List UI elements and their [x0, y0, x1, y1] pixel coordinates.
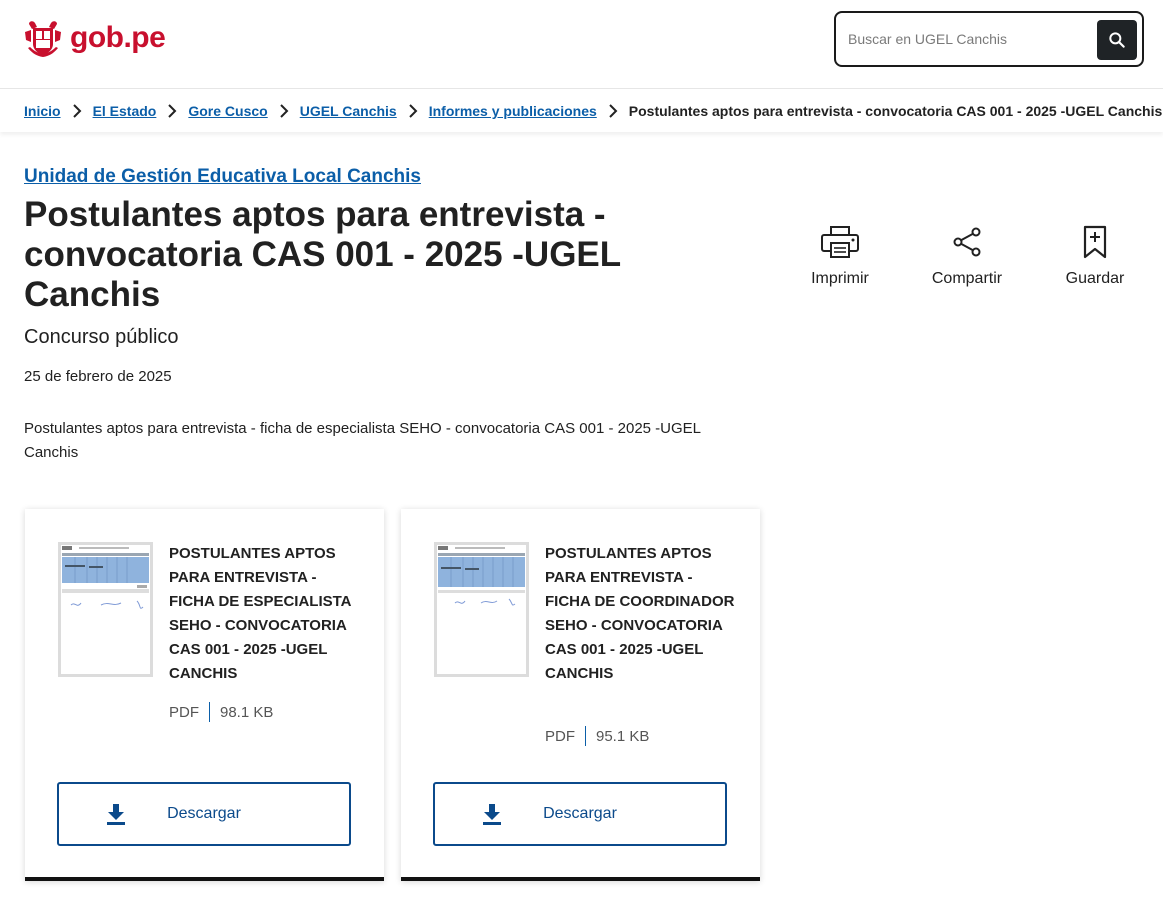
breadcrumb-link-inicio[interactable]: Inicio	[24, 103, 61, 119]
document-card: POSTULANTES APTOS PARA ENTREVISTA - FICH…	[401, 509, 760, 881]
chevron-right-icon	[156, 104, 188, 118]
gob-pe-logo[interactable]: gob.pe	[23, 18, 166, 58]
search-input[interactable]	[848, 25, 1088, 53]
share-icon	[953, 227, 981, 257]
document-format: PDF	[545, 727, 575, 745]
chevron-right-icon	[268, 104, 300, 118]
download-label: Descargar	[167, 805, 241, 822]
download-label: Descargar	[543, 805, 617, 822]
download-button[interactable]: Descargar	[57, 782, 351, 846]
chevron-right-icon	[597, 104, 629, 118]
printer-icon	[821, 226, 859, 258]
save-button[interactable]: Guardar	[1040, 224, 1150, 288]
document-thumbnail[interactable]	[58, 542, 153, 677]
pdf-preview-image	[61, 545, 150, 674]
meta-divider	[585, 726, 586, 746]
breadcrumb-link-el-estado[interactable]: El Estado	[93, 103, 157, 119]
search-button[interactable]	[1097, 20, 1137, 60]
document-title: POSTULANTES APTOS PARA ENTREVISTA - FICH…	[169, 545, 351, 682]
share-label: Compartir	[931, 270, 1003, 287]
document-meta: PDF 95.1 KB	[545, 726, 649, 746]
chevron-right-icon	[61, 104, 93, 118]
breadcrumb: Inicio El Estado Gore Cusco UGEL Canchis…	[0, 90, 1163, 132]
organization-link[interactable]: Unidad de Gestión Educativa Local Canchi…	[24, 166, 421, 188]
document-thumbnail[interactable]	[434, 542, 529, 677]
coat-of-arms-icon	[25, 21, 61, 57]
document-size: 98.1 KB	[220, 703, 274, 721]
breadcrumb-link-gore-cusco[interactable]: Gore Cusco	[188, 103, 267, 119]
bookmark-add-icon	[1083, 225, 1107, 259]
chevron-right-icon	[397, 104, 429, 118]
page-subtitle: Concurso público	[24, 326, 179, 348]
print-button[interactable]: Imprimir	[785, 224, 895, 288]
document-meta: PDF 98.1 KB	[169, 702, 273, 722]
logo-text: gob.pe	[70, 21, 166, 54]
document-size: 95.1 KB	[596, 727, 650, 745]
breadcrumb-link-informes[interactable]: Informes y publicaciones	[429, 103, 597, 119]
search-icon	[1109, 32, 1125, 48]
publish-date: 25 de febrero de 2025	[24, 368, 172, 385]
search-box	[834, 11, 1144, 67]
page-description: Postulantes aptos para entrevista - fich…	[24, 420, 701, 461]
download-button[interactable]: Descargar	[433, 782, 727, 846]
breadcrumb-current: Postulantes aptos para entrevista - conv…	[628, 103, 1163, 119]
meta-divider	[209, 702, 210, 722]
print-label: Imprimir	[811, 270, 869, 287]
breadcrumb-link-ugel-canchis[interactable]: UGEL Canchis	[300, 103, 397, 119]
document-card: POSTULANTES APTOS PARA ENTREVISTA - FICH…	[25, 509, 384, 881]
document-title: POSTULANTES APTOS PARA ENTREVISTA - FICH…	[545, 545, 735, 682]
save-label: Guardar	[1065, 270, 1125, 287]
share-button[interactable]: Compartir	[912, 224, 1022, 288]
page-title: Postulantes aptos para entrevista - conv…	[24, 195, 621, 314]
site-header: gob.pe	[0, 0, 1163, 89]
pdf-preview-image	[437, 545, 526, 674]
document-format: PDF	[169, 703, 199, 721]
